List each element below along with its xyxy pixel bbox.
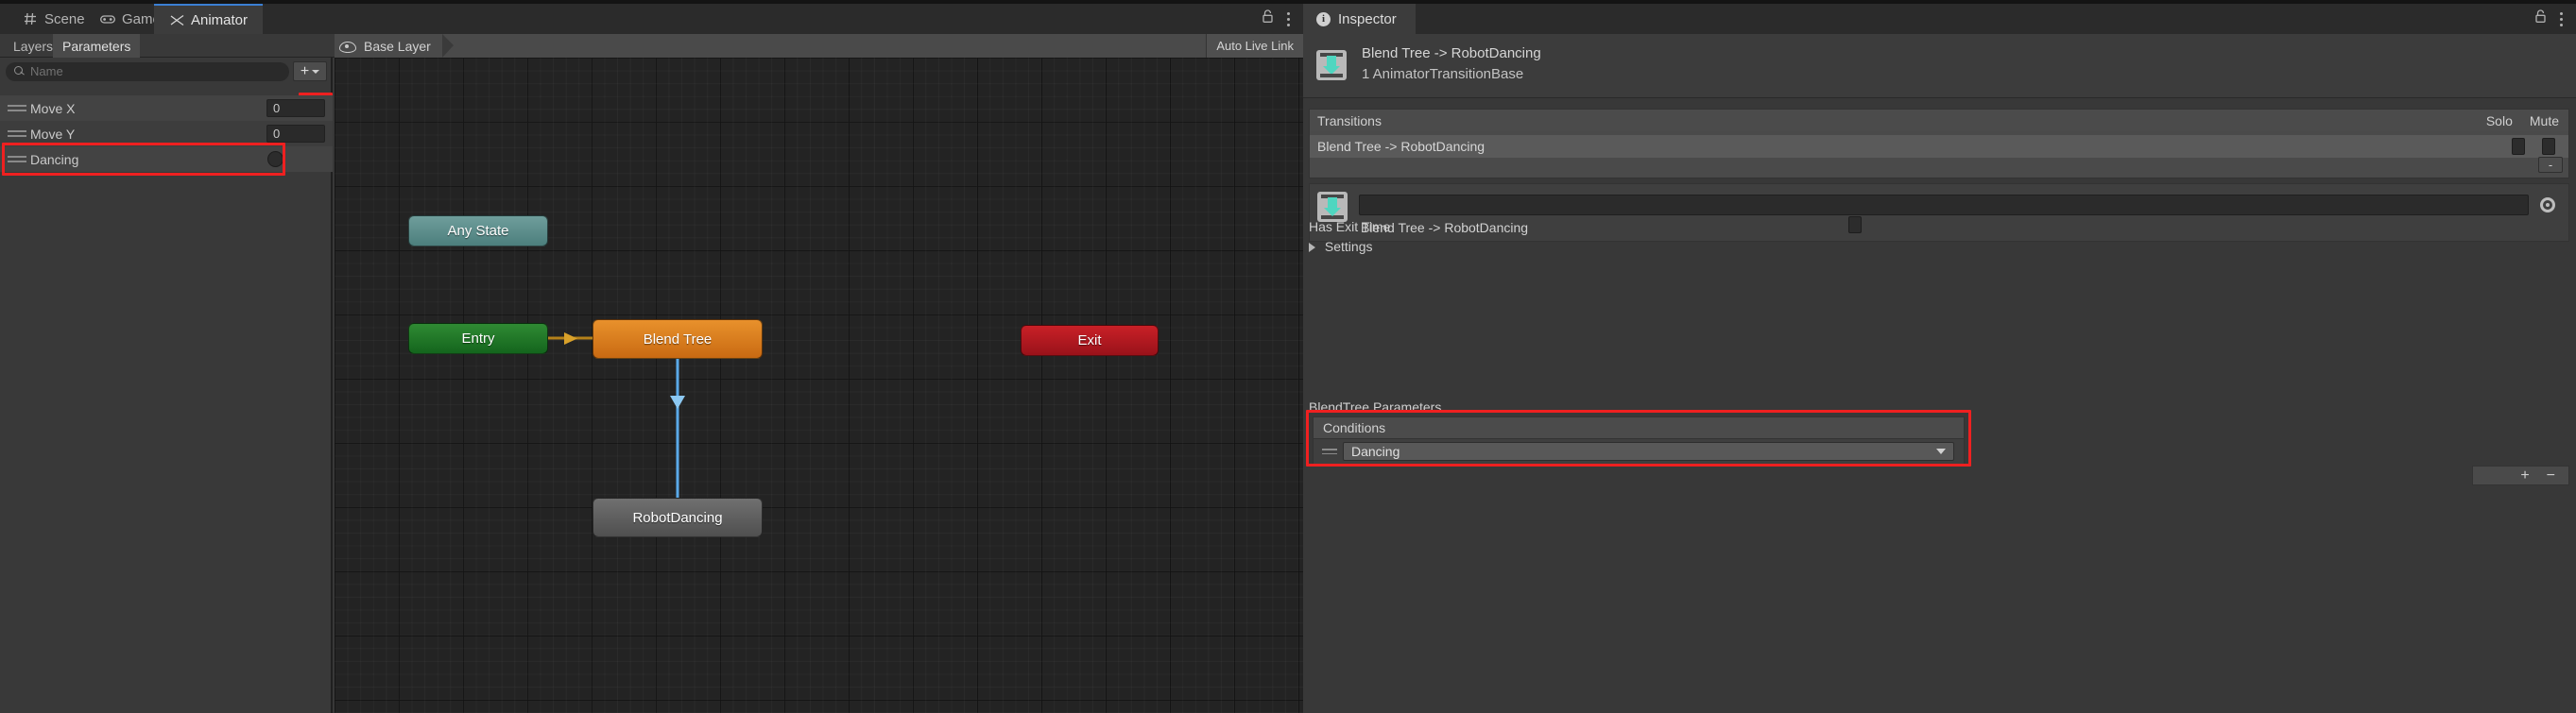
unity-editor-window: Scene Game Animator Layers Parameters Ba… [0, 0, 2576, 713]
graph-node-label: Any State [447, 223, 509, 239]
conditions-header: Conditions [1313, 416, 1965, 439]
remove-transition-button[interactable]: - [2538, 157, 2563, 173]
chevron-down-icon [1936, 449, 1946, 454]
condition-parameter-label: Dancing [1351, 444, 1400, 459]
parameter-row-move-y[interactable]: Move Y 0 [0, 121, 333, 146]
transition-icon [1316, 50, 1347, 80]
condition-parameter-dropdown[interactable]: Dancing [1343, 442, 1954, 461]
transitions-header: Transitions Solo Mute [1309, 109, 2569, 131]
animator-panel: Scene Game Animator Layers Parameters Ba… [0, 4, 1303, 713]
kebab-menu-icon[interactable] [1287, 11, 1290, 26]
graph-node-blend-tree[interactable]: Blend Tree [592, 319, 763, 359]
remove-transition-label: - [2548, 158, 2553, 172]
tab-inspector-label: Inspector [1338, 10, 1397, 27]
solo-mute-headers: Solo Mute [2486, 110, 2559, 132]
tab-inspector[interactable]: i Inspector [1303, 4, 1416, 34]
search-input[interactable]: Name [6, 61, 289, 81]
parameter-value-field[interactable]: 0 [266, 99, 325, 117]
subtab-parameters[interactable]: Parameters [53, 34, 141, 58]
inspector-title: Blend Tree -> RobotDancing [1362, 45, 1541, 61]
info-icon: i [1316, 11, 1331, 26]
graph-node-robotdancing[interactable]: RobotDancing [592, 498, 763, 537]
conditions-header-label: Conditions [1323, 420, 1386, 435]
has-exit-time-checkbox[interactable] [1848, 216, 1862, 233]
graph-node-label: Exit [1077, 332, 1102, 348]
transition-name-input[interactable] [1359, 195, 2529, 215]
animator-window-controls [1262, 4, 1299, 34]
graph-node-entry[interactable]: Entry [408, 323, 548, 354]
animator-icon [169, 12, 184, 27]
parameter-value-field[interactable]: 0 [266, 125, 325, 143]
parameter-search-row: Name + [0, 58, 333, 85]
graph-node-label: Entry [461, 331, 495, 347]
parameter-name: Dancing [30, 151, 79, 167]
inspector-window-controls [2534, 4, 2572, 34]
tab-animator[interactable]: Animator [154, 4, 264, 34]
has-exit-time-label: Has Exit Time [1309, 219, 1391, 234]
breadcrumb-base-layer[interactable]: Base Layer [364, 39, 431, 54]
settings-foldout[interactable]: Settings [1309, 239, 1372, 254]
parameter-name: Move Y [30, 126, 76, 142]
breadcrumb: Base Layer Auto Live Link [335, 34, 1303, 58]
breadcrumb-separator-icon [441, 34, 454, 58]
mute-label: Mute [2529, 113, 2559, 128]
graph-node-any-state[interactable]: Any State [408, 215, 548, 246]
drag-handle-icon[interactable] [8, 105, 26, 111]
remove-condition-button[interactable]: − [2547, 467, 2555, 484]
lock-icon[interactable] [2534, 9, 2547, 28]
add-parameter-label: + [300, 62, 310, 79]
search-icon [14, 66, 25, 76]
parameters-panel: Name + Move X 0 Move Y 0 Dancing [0, 58, 333, 713]
add-condition-button[interactable]: + [2520, 467, 2529, 484]
table-row[interactable]: Blend Tree -> RobotDancing [1310, 135, 2568, 158]
drag-handle-icon[interactable] [8, 130, 26, 137]
inspector-tabbar: i Inspector [1303, 4, 2576, 34]
gear-icon[interactable] [2540, 197, 2555, 212]
grid-icon [23, 11, 38, 26]
mute-checkbox[interactable] [2542, 138, 2555, 155]
conditions-row[interactable]: Dancing [1313, 439, 1965, 465]
transition-icon [1317, 192, 1348, 222]
animator-state-graph[interactable]: Any State Entry Blend Tree Exit RobotDan… [335, 58, 1303, 713]
solo-checkbox[interactable] [2512, 138, 2525, 155]
parameter-row-move-x[interactable]: Move X 0 [0, 95, 333, 121]
transitions-list: Blend Tree -> RobotDancing - [1309, 131, 2569, 178]
blendtree-parameters-label: BlendTree Parameters [1309, 399, 1442, 415]
graph-node-exit[interactable]: Exit [1021, 325, 1159, 356]
add-parameter-button[interactable]: + [293, 61, 327, 81]
conditions-add-remove-bar: + − [2472, 466, 2569, 485]
auto-live-link-label: Auto Live Link [1216, 39, 1294, 53]
subtab-parameters-label: Parameters [62, 38, 131, 54]
auto-live-link-button[interactable]: Auto Live Link [1206, 34, 1303, 58]
tab-scene-label: Scene [44, 10, 85, 27]
solo-label: Solo [2485, 113, 2513, 128]
inspector-object-header: Blend Tree -> RobotDancing 1 AnimatorTra… [1303, 34, 2576, 98]
transition-row-label: Blend Tree -> RobotDancing [1317, 139, 1485, 154]
chevron-down-icon [312, 69, 320, 74]
drag-handle-icon[interactable] [1322, 448, 1337, 455]
tab-animator-label: Animator [191, 11, 249, 28]
graph-node-label: Blend Tree [643, 331, 713, 348]
graph-links [548, 332, 685, 498]
subtab-layers-label: Layers [13, 38, 54, 54]
lock-icon[interactable] [1262, 9, 1274, 28]
gamepad-icon [100, 11, 115, 26]
parameter-name: Move X [30, 100, 76, 116]
settings-label: Settings [1324, 239, 1373, 254]
parameter-row-dancing[interactable]: Dancing [0, 146, 333, 172]
inspector-panel: i Inspector Blend Tree -> RobotDancing 1… [1303, 4, 2576, 713]
graph-node-label: RobotDancing [632, 509, 723, 526]
inspector-subtitle: 1 AnimatorTransitionBase [1362, 66, 1524, 82]
eye-icon[interactable] [339, 39, 356, 54]
triangle-right-icon [1309, 243, 1315, 253]
drag-handle-icon[interactable] [8, 156, 26, 162]
kebab-menu-icon[interactable] [2560, 11, 2563, 26]
transition-detail-block: Blend Tree -> RobotDancing [1309, 183, 2569, 242]
transitions-header-label: Transitions [1317, 112, 1382, 128]
search-placeholder: Name [30, 64, 63, 78]
animator-tabbar: Scene Game Animator [0, 4, 1303, 34]
trigger-toggle[interactable] [267, 151, 283, 167]
